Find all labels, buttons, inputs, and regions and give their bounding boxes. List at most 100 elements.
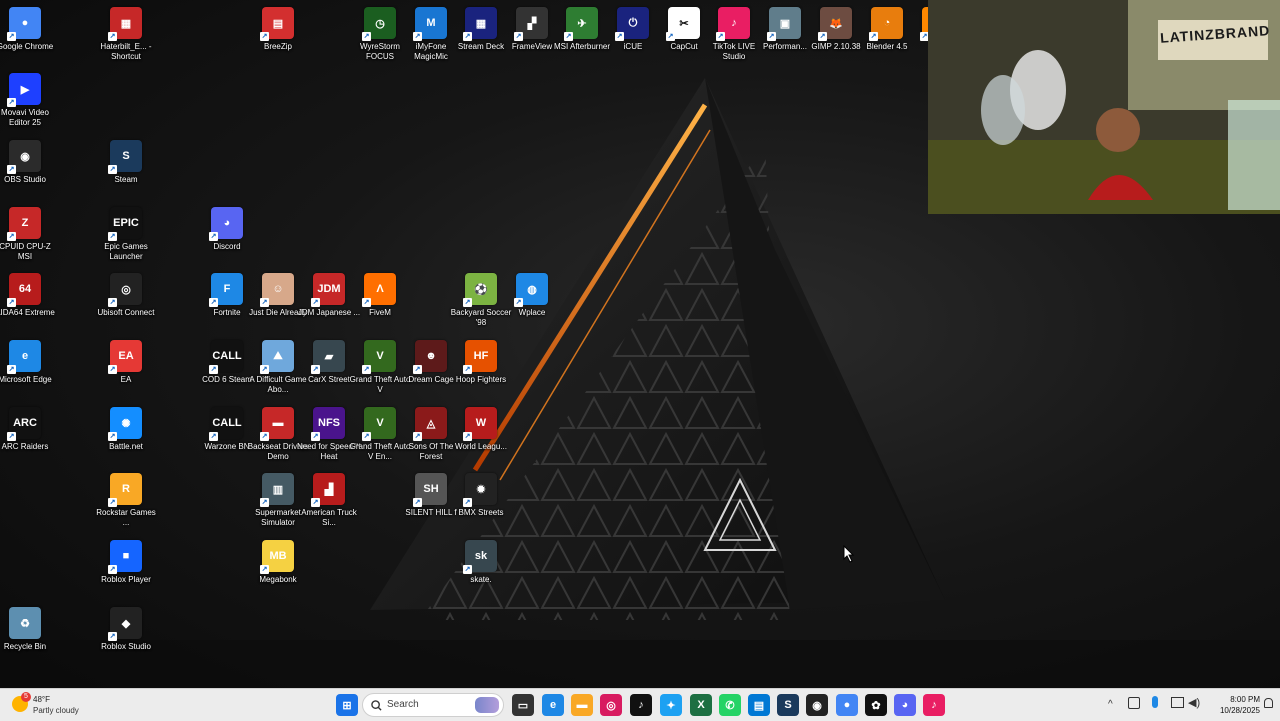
shortcut-arrow-icon: ↗	[463, 498, 472, 507]
obs-taskbar-icon[interactable]: ◉	[806, 694, 828, 716]
desktop-icon-discord[interactable]: ◕ ↗ Discord	[194, 207, 260, 252]
clock-date: 10/28/2025	[1219, 706, 1260, 715]
notification-bell-icon[interactable]	[1264, 698, 1273, 708]
desktop-icon-fivem[interactable]: Λ ↗ FiveM	[347, 273, 413, 318]
desktop-icon-label: FiveM	[369, 308, 391, 317]
whatsapp-icon[interactable]: ✆	[719, 694, 741, 716]
desktop-icon-skate[interactable]: sk ↗ skate.	[448, 540, 514, 585]
discord-icon: ◕ ↗	[209, 207, 243, 241]
megabonk-icon: MB ↗	[260, 540, 294, 574]
shortcut-arrow-icon: ↗	[311, 498, 320, 507]
desktop-icon-roblox[interactable]: ■ ↗ Roblox Player	[93, 540, 159, 585]
tray-chevron-icon[interactable]: ^	[1108, 699, 1113, 710]
volume-icon[interactable]: ◀)	[1188, 696, 1200, 709]
shortcut-arrow-icon: ↗	[7, 165, 16, 174]
shortcut-arrow-icon: ↗	[108, 632, 117, 641]
desktop-icon-obs[interactable]: ◉ ↗ OBS Studio	[0, 140, 58, 185]
desktop-icon-label: OBS Studio	[4, 175, 46, 184]
desktop-icon-megabonk[interactable]: MB ↗ Megabonk	[245, 540, 311, 585]
desktop-icon-shortcut[interactable]: ▦ ↗ Haterbilt_E... - Shortcut	[93, 7, 159, 62]
shortcut-arrow-icon: ↗	[7, 232, 16, 241]
steam-taskbar-icon[interactable]: S	[777, 694, 799, 716]
dream-cage-icon: ☻ ↗	[413, 340, 447, 374]
shortcut-arrow-icon: ↗	[260, 298, 269, 307]
shortcut-arrow-icon: ↗	[869, 32, 878, 41]
discord-taskbar-icon[interactable]: ◕	[894, 694, 916, 716]
shortcut-arrow-icon: ↗	[362, 365, 371, 374]
desktop-icon-arc-raiders[interactable]: ARC ↗ ARC Raiders	[0, 407, 58, 452]
twitter-icon[interactable]: ✦	[660, 694, 682, 716]
bmx-streets-icon: ✹ ↗	[463, 473, 497, 507]
file-explorer-icon[interactable]: ▬	[571, 694, 593, 716]
desktop-icon-label: ARC Raiders	[1, 442, 49, 451]
store-icon[interactable]: ▤	[748, 694, 770, 716]
weather-badge: 5	[21, 692, 31, 702]
tray-sync-icon[interactable]	[1128, 697, 1140, 709]
desktop-icon-label: BreeZip	[263, 42, 292, 51]
desktop-icon-edge[interactable]: e ↗ Microsoft Edge	[0, 340, 58, 385]
taskbar-search[interactable]: Search	[362, 693, 504, 717]
desktop-icon-hoop-fighters[interactable]: HF ↗ Hoop Fighters	[448, 340, 514, 385]
desktop-icon-rockstar[interactable]: R ↗ Rockstar Games ...	[93, 473, 159, 528]
start-button[interactable]: ⊞	[336, 694, 358, 716]
shortcut-icon: ▦ ↗	[108, 7, 142, 41]
blender-icon: ◔ ↗	[869, 7, 903, 41]
skate-icon: sk ↗	[463, 540, 497, 574]
clock[interactable]: 8:00 PM 10/28/2025	[1204, 694, 1260, 716]
network-icon[interactable]	[1171, 697, 1184, 708]
edge-icon: e ↗	[7, 340, 41, 374]
shortcut-arrow-icon: ↗	[362, 32, 371, 41]
task-view-icon[interactable]: ▭	[512, 694, 534, 716]
desktop-icon-ats[interactable]: ▟ ↗ American Truck Si...	[296, 473, 362, 528]
desktop-icon-label: American Truck Si...	[301, 508, 357, 527]
desktop-icon-ubisoft[interactable]: ◎ ↗ Ubisoft Connect	[93, 273, 159, 318]
shortcut-arrow-icon: ↗	[413, 32, 422, 41]
shortcut-arrow-icon: ↗	[108, 232, 117, 241]
gta-enhanced-icon: V ↗	[362, 407, 396, 441]
shortcut-arrow-icon: ↗	[260, 498, 269, 507]
capture-icon[interactable]: ✿	[865, 694, 887, 716]
microphone-icon[interactable]	[1152, 696, 1158, 708]
arc-raiders-icon: ARC ↗	[7, 407, 41, 441]
desktop-icon-wplace[interactable]: ◍ ↗ Wplace	[499, 273, 565, 318]
shortcut-arrow-icon: ↗	[209, 298, 218, 307]
shortcut-arrow-icon: ↗	[209, 365, 218, 374]
desktop-icon-roblox-studio[interactable]: ◆ ↗ Roblox Studio	[93, 607, 159, 652]
desktop-icon-epic-games[interactable]: EPIC ↗ Epic Games Launcher	[93, 207, 159, 262]
movavi-icon: ▶ ↗	[7, 73, 41, 107]
shortcut-arrow-icon: ↗	[260, 365, 269, 374]
desktop-icon-label: Steam	[114, 175, 138, 184]
desktop-icon-breezip[interactable]: ▤ ↗ BreeZip	[245, 7, 311, 52]
shortcut-arrow-icon: ↗	[108, 32, 117, 41]
instagram-icon[interactable]: ◎	[600, 694, 622, 716]
desktop-icon-battlenet[interactable]: ✺ ↗ Battle.net	[93, 407, 159, 452]
desktop-icon-aida64[interactable]: 64 ↗ AIDA64 Extreme	[0, 273, 58, 318]
desktop-icon-movavi[interactable]: ▶ ↗ Movavi Video Editor 25	[0, 73, 58, 128]
desktop-icon-label: Microsoft Edge	[0, 375, 52, 384]
shortcut-arrow-icon: ↗	[716, 32, 725, 41]
desktop-icon-chrome[interactable]: ● ↗ Google Chrome	[0, 7, 58, 52]
nfs-icon: NFS ↗	[311, 407, 345, 441]
desktop-icon-bmx-streets[interactable]: ✹ ↗ BMX Streets	[448, 473, 514, 518]
desktop-icon-world-league[interactable]: W ↗ World Leagu...	[448, 407, 514, 452]
shortcut-arrow-icon: ↗	[767, 32, 776, 41]
edge-taskbar-icon[interactable]: e	[542, 694, 564, 716]
desktop-icon-cpuz[interactable]: Z ↗ CPUID CPU-Z MSI	[0, 207, 58, 262]
shortcut-arrow-icon: ↗	[362, 298, 371, 307]
chrome-icon: ● ↗	[7, 7, 41, 41]
desktop-icon-label: Movavi Video Editor 25	[1, 108, 49, 127]
desktop-icon-label: Roblox Player	[101, 575, 151, 584]
desktop-icon-ea[interactable]: EA ↗ EA	[93, 340, 159, 385]
shortcut-arrow-icon: ↗	[108, 565, 117, 574]
desktop-icon-recycle-bin[interactable]: ♻ Recycle Bin	[0, 607, 58, 652]
shortcut-arrow-icon: ↗	[311, 365, 320, 374]
tiktok-taskbar-icon[interactable]: ♪	[630, 694, 652, 716]
desktop-icon-steam[interactable]: S ↗ Steam	[93, 140, 159, 185]
tiktok-live-taskbar-icon[interactable]: ♪	[923, 694, 945, 716]
excel-icon[interactable]: X	[690, 694, 712, 716]
search-highlight-icon	[475, 697, 499, 713]
desktop-icon-label: Hoop Fighters	[455, 375, 507, 384]
supermarket-icon: ▥ ↗	[260, 473, 294, 507]
chrome-taskbar-icon[interactable]: ●	[836, 694, 858, 716]
desktop-icon-label: Rockstar Games ...	[96, 508, 156, 527]
